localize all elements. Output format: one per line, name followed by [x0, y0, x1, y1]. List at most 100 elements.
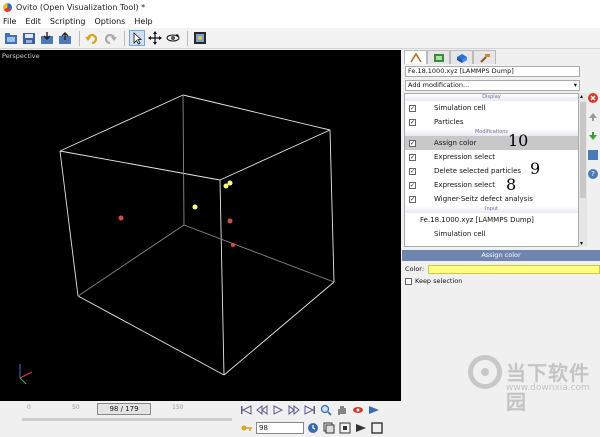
render-tab-icon[interactable] [427, 50, 450, 64]
add-modification-dropdown[interactable]: Add modification... ▾ [405, 80, 580, 91]
keep-selection-label: Keep selection [415, 277, 463, 285]
orbit-icon[interactable] [165, 30, 181, 46]
time-slider[interactable]: 98 / 179 [97, 403, 151, 415]
list-item-simulation-cell[interactable]: ✓ Simulation cell [405, 101, 578, 115]
overlays-tab-icon[interactable] [450, 50, 473, 64]
pipeline-tab-icon[interactable] [404, 50, 427, 64]
menu-scripting[interactable]: Scripting [50, 17, 86, 26]
move-up-icon[interactable] [588, 112, 598, 122]
tick-label: 150 [172, 404, 184, 411]
list-scrollbar[interactable]: ▴ ▾ [579, 93, 587, 247]
list-item-expression-select[interactable]: ✓ Expression select 8 [405, 175, 578, 194]
list-item-label: Expression select [434, 153, 496, 161]
watermark-url: www.downxia.com [506, 383, 590, 393]
animation-settings-icon[interactable] [307, 422, 319, 434]
save-icon[interactable] [21, 30, 37, 46]
pipeline-selector[interactable]: Fe.18.1000.xyz [LAMMPS Dump] [405, 66, 580, 77]
list-item-wigner-seitz-defect-analysis[interactable]: ✓ Wigner-Seitz defect analysis [405, 192, 578, 206]
menu-bar: File Edit Scripting Options Help [0, 14, 600, 28]
list-item-assign-color[interactable]: ✓ Assign color 10 [405, 131, 578, 150]
pan-hand-icon[interactable] [336, 404, 348, 416]
particle-red [227, 218, 233, 224]
command-panel: Fe.18.1000.xyz [LAMMPS Dump] Add modific… [402, 50, 600, 401]
pipeline-side-buttons: ? [588, 93, 600, 188]
auto-key-icon[interactable] [241, 423, 253, 433]
next-frame-icon[interactable] [288, 404, 300, 416]
scrollbar-thumb[interactable] [580, 102, 586, 198]
keep-selection-row[interactable]: Keep selection [405, 276, 462, 286]
list-item-delete-selected-particles[interactable]: ✓ Delete selected particles 9 [405, 159, 578, 178]
checkbox[interactable]: ✓ [409, 195, 416, 203]
checkbox[interactable]: ✓ [409, 181, 416, 189]
play-icon[interactable] [272, 404, 284, 416]
import-icon[interactable] [39, 30, 55, 46]
window-title: Ovito (Open Visualization Tool) * [16, 2, 146, 12]
view-controls [307, 422, 387, 434]
section-header-input: Input [405, 206, 578, 213]
zoom-scene-extents-icon[interactable] [339, 422, 351, 434]
current-frame-spinner[interactable]: 98 [256, 422, 304, 434]
list-item-label: Particles [434, 118, 464, 126]
watermark-logo-icon [468, 355, 502, 389]
particle-yellow [223, 183, 229, 189]
render-icon[interactable] [192, 30, 208, 46]
section-header-display: Display [405, 94, 578, 101]
list-item-label: Simulation cell [434, 230, 486, 238]
list-item-particles[interactable]: ✓ Particles [405, 115, 578, 129]
jump-end-icon[interactable] [304, 404, 316, 416]
list-item-input-simulation-cell[interactable]: Simulation cell [405, 227, 578, 241]
jump-start-icon[interactable] [240, 404, 252, 416]
perspective-viewport[interactable]: Perspective [0, 50, 401, 401]
annotation-number: 10 [508, 131, 529, 150]
panel-tabs [404, 50, 496, 64]
tick-label: 0 [27, 404, 31, 411]
toggle-modifier-icon[interactable] [588, 150, 598, 160]
menu-file[interactable]: File [3, 17, 16, 26]
previous-frame-icon[interactable] [256, 404, 268, 416]
toolbar-separator [79, 30, 80, 46]
zoom-all-icon[interactable] [323, 422, 335, 434]
move-down-icon[interactable] [588, 131, 598, 141]
annotation-number: 9 [530, 159, 541, 178]
select-mode-icon[interactable] [129, 30, 145, 46]
list-item-expression-select[interactable]: ✓ Expression select [405, 150, 578, 164]
list-item-label: Expression select [434, 181, 496, 189]
modification-pipeline-list[interactable]: Display ✓ Simulation cell ✓ Particles Mo… [404, 93, 579, 247]
delete-modifier-icon[interactable] [588, 93, 598, 103]
checkbox[interactable]: ✓ [409, 104, 416, 112]
tick-label: 50 [72, 404, 80, 411]
particles-layer [118, 180, 236, 248]
move-icon[interactable] [147, 30, 163, 46]
keep-selection-checkbox[interactable] [405, 277, 412, 285]
list-item-label: Delete selected particles [434, 167, 522, 175]
menu-help[interactable]: Help [134, 17, 152, 26]
toolbar-separator [124, 30, 125, 46]
playback-controls [240, 404, 384, 416]
checkbox[interactable]: ✓ [409, 118, 416, 126]
menu-options[interactable]: Options [94, 17, 125, 26]
undo-icon[interactable] [84, 30, 100, 46]
redo-icon[interactable] [102, 30, 118, 46]
help-icon[interactable]: ? [588, 169, 598, 179]
list-item-input-file[interactable]: Fe.18.1000.xyz [LAMMPS Dump] [405, 213, 578, 227]
list-item-label: Wigner-Seitz defect analysis [434, 195, 533, 203]
ovito-logo-icon [3, 2, 12, 12]
pick-orbit-center-icon[interactable] [355, 422, 367, 434]
zoom-icon[interactable] [320, 404, 332, 416]
editor-header: Assign color [402, 250, 600, 261]
menu-edit[interactable]: Edit [25, 17, 41, 26]
export-icon[interactable] [57, 30, 73, 46]
scroll-up-icon[interactable]: ▴ [580, 93, 583, 100]
timeline-track[interactable] [22, 418, 232, 421]
checkbox[interactable]: ✓ [409, 167, 416, 175]
fov-icon[interactable] [368, 404, 380, 416]
orbit-camera-icon[interactable] [352, 404, 364, 416]
utilities-tab-icon[interactable] [473, 50, 496, 64]
checkbox[interactable]: ✓ [409, 139, 416, 147]
scroll-down-icon[interactable]: ▾ [580, 240, 583, 247]
open-file-icon[interactable] [3, 30, 19, 46]
color-picker[interactable] [428, 264, 600, 274]
color-label: Color: [405, 265, 425, 273]
checkbox[interactable]: ✓ [409, 153, 416, 161]
maximize-viewport-icon[interactable] [371, 422, 383, 434]
